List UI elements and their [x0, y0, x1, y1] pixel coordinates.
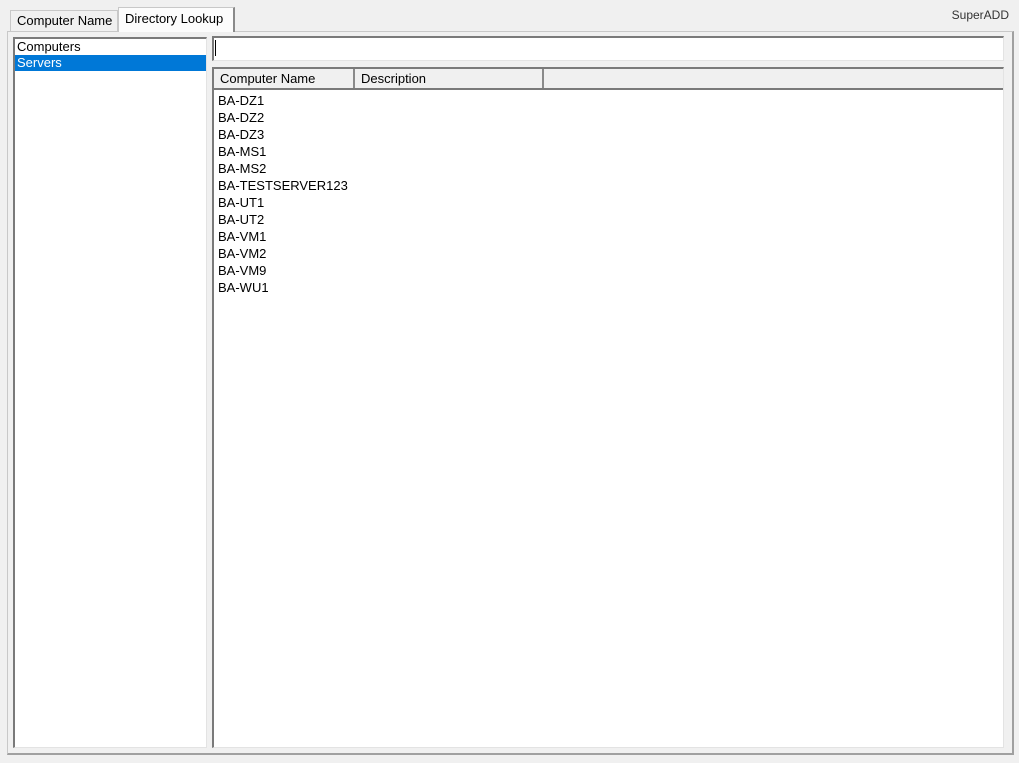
- table-row[interactable]: BA-VM1: [214, 228, 1003, 245]
- category-item-computers[interactable]: Computers: [15, 39, 206, 55]
- results-list[interactable]: Computer Name Description BA-DZ1 BA-DZ2 BA…: [212, 67, 1004, 748]
- column-header-computer-name[interactable]: Computer Name: [214, 69, 355, 88]
- computer-name-cell: BA-VM1: [218, 229, 267, 244]
- table-row[interactable]: BA-DZ3: [214, 126, 1003, 143]
- description-cell: [355, 279, 544, 296]
- text-caret: [215, 40, 216, 56]
- description-cell: [355, 228, 544, 245]
- category-list[interactable]: Computers Servers: [13, 37, 207, 748]
- description-cell: [355, 211, 544, 228]
- table-row[interactable]: BA-TESTSERVER123: [214, 177, 1003, 194]
- computer-name-cell: BA-TESTSERVER123: [218, 178, 348, 193]
- description-cell: [355, 126, 544, 143]
- results-body: BA-DZ1 BA-DZ2 BA-DZ3 BA-MS1 BA-MS2 BA-TESTSER…: [214, 90, 1003, 296]
- computer-name-cell: BA-MS2: [218, 161, 267, 176]
- table-row[interactable]: BA-MS2: [214, 160, 1003, 177]
- computer-name-cell: BA-UT1: [218, 195, 265, 210]
- description-cell: [355, 143, 544, 160]
- table-row[interactable]: BA-UT2: [214, 211, 1003, 228]
- computer-name-cell: BA-DZ1: [218, 93, 265, 108]
- description-cell: [355, 92, 544, 109]
- table-row[interactable]: BA-VM2: [214, 245, 1003, 262]
- table-row[interactable]: BA-DZ2: [214, 109, 1003, 126]
- search-input[interactable]: [212, 36, 1004, 61]
- column-header-description[interactable]: Description: [355, 69, 544, 88]
- column-header-filler: [544, 69, 1003, 88]
- computer-name-cell: BA-VM2: [218, 246, 267, 261]
- computer-name-cell: BA-MS1: [218, 144, 267, 159]
- computer-name-cell: BA-DZ3: [218, 127, 265, 142]
- computer-name-cell: BA-UT2: [218, 212, 265, 227]
- description-cell: [355, 109, 544, 126]
- computer-name-cell: BA-VM9: [218, 263, 267, 278]
- description-cell: [355, 194, 544, 211]
- app-title: SuperADD: [951, 8, 1009, 22]
- computer-name-cell: BA-WU1: [218, 280, 269, 295]
- description-cell: [355, 245, 544, 262]
- description-cell: [355, 177, 544, 194]
- tab-computer-name[interactable]: Computer Name: [10, 10, 118, 31]
- computer-name-cell: BA-DZ2: [218, 110, 265, 125]
- description-cell: [355, 160, 544, 177]
- category-item-servers[interactable]: Servers: [15, 55, 206, 71]
- results-header: Computer Name Description: [214, 69, 1003, 90]
- table-row[interactable]: BA-WU1: [214, 279, 1003, 296]
- table-row[interactable]: BA-VM9: [214, 262, 1003, 279]
- table-row[interactable]: BA-UT1: [214, 194, 1003, 211]
- description-cell: [355, 262, 544, 279]
- tab-directory-lookup[interactable]: Directory Lookup: [118, 7, 235, 32]
- table-row[interactable]: BA-MS1: [214, 143, 1003, 160]
- table-row[interactable]: BA-DZ1: [214, 92, 1003, 109]
